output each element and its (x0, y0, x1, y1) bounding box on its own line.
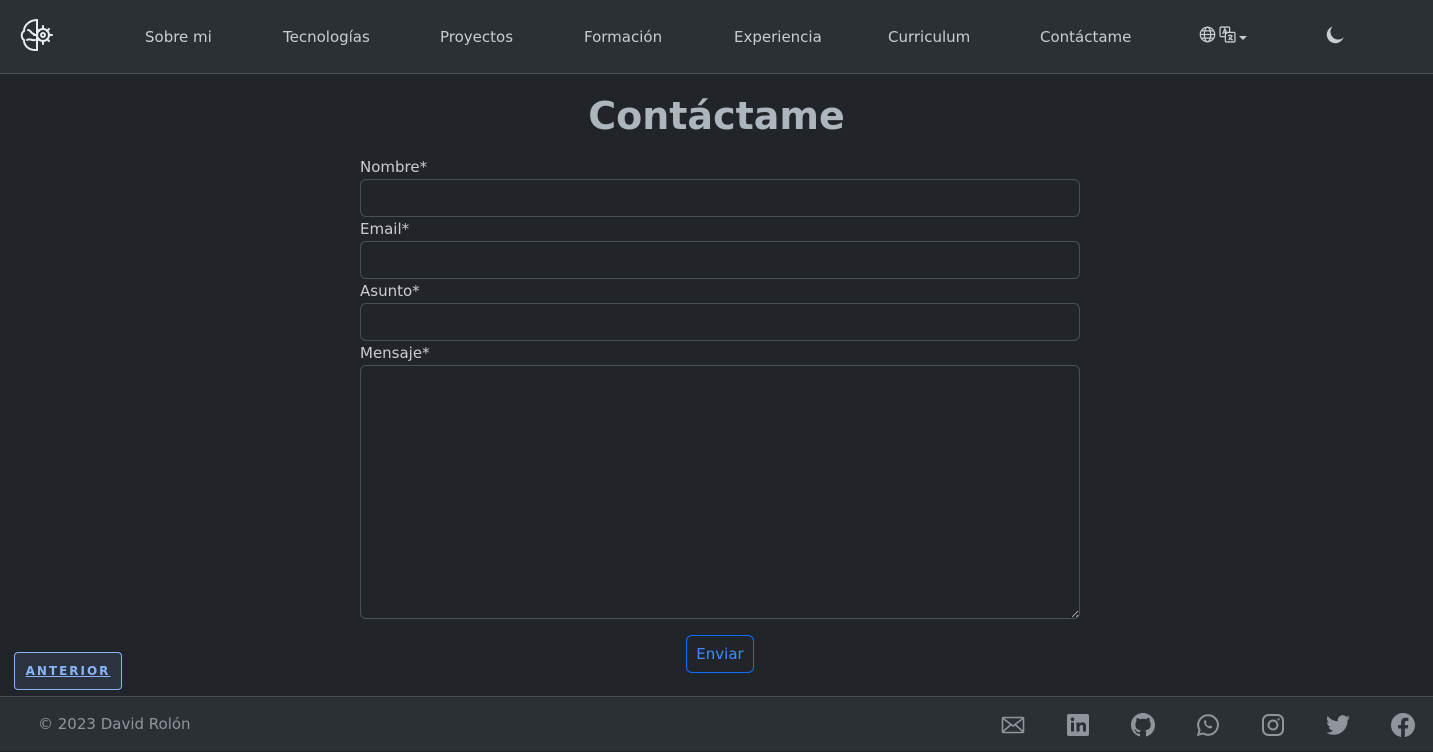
name-field[interactable] (360, 179, 1080, 217)
github-icon[interactable] (1131, 713, 1155, 737)
facebook-icon[interactable] (1391, 713, 1415, 737)
nav-sobre-mi[interactable]: Sobre mi (145, 0, 212, 74)
nav-curriculum[interactable]: Curriculum (888, 0, 970, 74)
email-label: Email* (360, 220, 410, 238)
message-label: Mensaje* (360, 344, 430, 362)
moon-icon[interactable] (1326, 26, 1344, 44)
message-field[interactable] (360, 365, 1080, 619)
page-title: Contáctame (588, 94, 845, 138)
mail-icon[interactable] (1001, 713, 1025, 737)
nav-experiencia[interactable]: Experiencia (734, 0, 822, 74)
subject-field[interactable] (360, 303, 1080, 341)
translate-icon (1219, 25, 1236, 47)
brain-logo-icon[interactable] (18, 16, 56, 54)
whatsapp-icon[interactable] (1196, 713, 1220, 737)
navbar: Sobre mi Tecnologías Proyectos Formación… (0, 0, 1433, 74)
copyright-text: © 2023 David Rolón (38, 715, 191, 733)
chevron-down-icon (1239, 27, 1247, 46)
language-dropdown[interactable] (1199, 25, 1247, 47)
email-field[interactable] (360, 241, 1080, 279)
send-button[interactable]: Enviar (686, 635, 754, 673)
nav-proyectos[interactable]: Proyectos (440, 0, 513, 74)
nav-tecnologias[interactable]: Tecnologías (283, 0, 370, 74)
footer: © 2023 David Rolón (0, 696, 1433, 751)
nav-formacion[interactable]: Formación (584, 0, 662, 74)
linkedin-icon[interactable] (1066, 713, 1090, 737)
previous-button[interactable]: ANTERIOR (14, 652, 122, 690)
subject-label: Asunto* (360, 282, 420, 300)
instagram-icon[interactable] (1261, 713, 1285, 737)
twitter-icon[interactable] (1326, 713, 1350, 737)
globe-icon (1199, 26, 1216, 47)
nav-contactame[interactable]: Contáctame (1040, 0, 1131, 74)
name-label: Nombre* (360, 158, 428, 176)
